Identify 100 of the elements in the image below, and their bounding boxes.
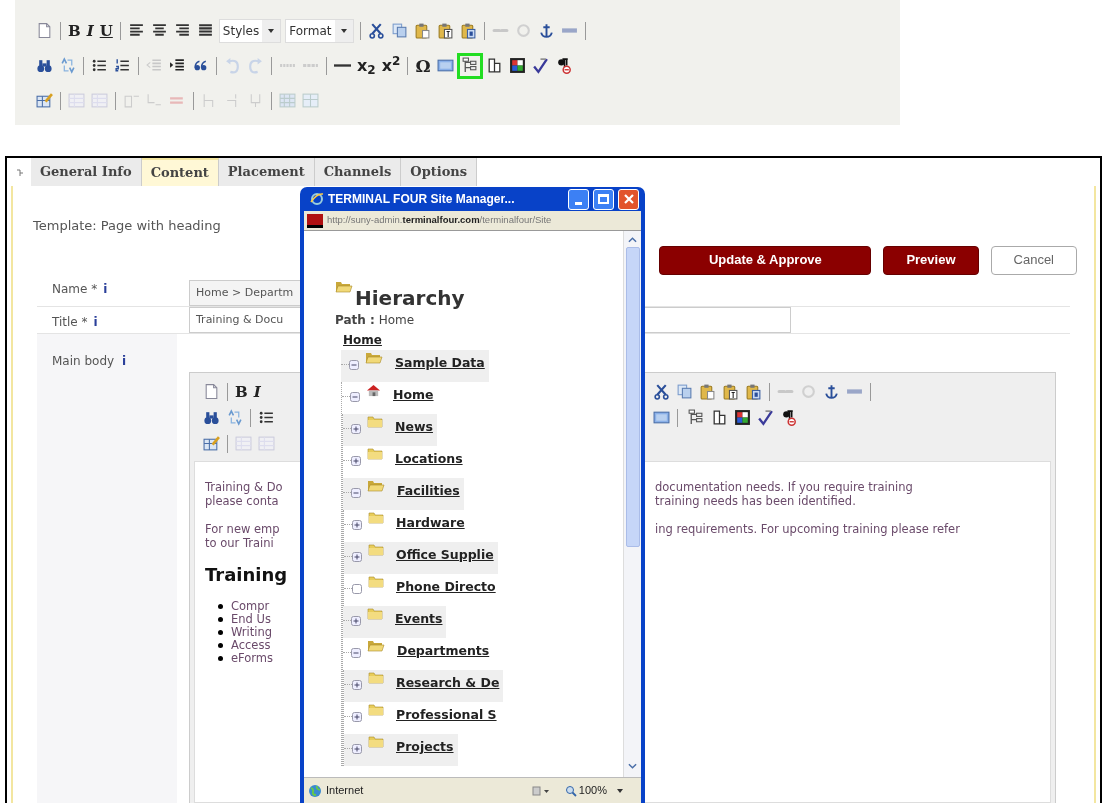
window-icon[interactable] [436, 57, 454, 74]
action-button[interactable]: Preview [883, 245, 979, 275]
address-bar[interactable]: http://suny-admin.terminalfour.com/terminalfour/Site [304, 211, 641, 230]
tab[interactable]: Channels [314, 158, 402, 186]
image-icon[interactable] [734, 409, 751, 426]
expand-icon[interactable] [351, 456, 361, 466]
italic-button[interactable]: I [250, 381, 264, 402]
expand-icon[interactable] [351, 424, 361, 434]
collapse-icon[interactable] [349, 360, 359, 370]
expand-icon[interactable] [352, 520, 362, 530]
tab[interactable]: Content [141, 158, 219, 186]
expand-icon[interactable] [352, 712, 362, 722]
body-text: please conta [205, 493, 279, 508]
collapse-icon[interactable] [351, 488, 361, 498]
expand-icon[interactable] [352, 680, 362, 690]
style-dropdown[interactable]: Styles [218, 18, 282, 43]
edit-table-icon[interactable] [203, 435, 220, 452]
open-folder-icon [335, 281, 353, 293]
caret-icon [268, 28, 275, 33]
tree-link[interactable]: Home [343, 331, 382, 349]
info-link[interactable]: i [103, 279, 108, 298]
table-cell-icon[interactable] [302, 92, 319, 109]
open-folder-icon [367, 640, 385, 652]
template-icon[interactable] [711, 409, 728, 426]
clipboard-icon[interactable] [413, 22, 431, 39]
expand-icon[interactable] [351, 616, 361, 626]
script-button[interactable]: x$^{2}$ [378, 55, 404, 76]
bullet-list-icon[interactable] [258, 409, 275, 426]
expand-icon[interactable] [352, 744, 362, 754]
scrollbar[interactable] [623, 231, 641, 777]
site-favicon-icon [307, 213, 323, 228]
body-text: to our Traini [205, 535, 274, 550]
clipboard-text-icon[interactable] [436, 22, 454, 39]
tab[interactable]: Options [401, 158, 478, 186]
path-text: Path : Home [335, 312, 415, 329]
table-cell-icon[interactable] [279, 92, 296, 109]
window-icon[interactable] [653, 409, 670, 426]
align-right-icon[interactable] [173, 22, 191, 39]
info-link[interactable]: i [93, 312, 98, 331]
tree-link[interactable]: Professional S [396, 706, 497, 725]
edit-table-icon[interactable] [36, 92, 53, 109]
scissors-icon[interactable] [367, 22, 385, 39]
close-button[interactable] [618, 188, 639, 210]
anchor-icon[interactable] [823, 383, 840, 400]
align-left-icon[interactable] [127, 22, 145, 39]
tab[interactable]: General Info [31, 158, 142, 186]
action-button[interactable]: Update & Approve [659, 245, 872, 275]
tree-link[interactable]: Home [393, 386, 434, 405]
scroll-down-icon[interactable] [628, 763, 637, 769]
collapse-icon[interactable] [351, 648, 361, 658]
pilcrow-icon[interactable] [780, 409, 797, 426]
underline-button[interactable]: U [96, 20, 116, 41]
scroll-up-icon[interactable] [628, 237, 637, 243]
tree-link[interactable]: Phone Directo [396, 578, 496, 597]
network-icon[interactable] [530, 784, 551, 797]
clipboard-text-icon[interactable] [722, 383, 739, 400]
special-character-button[interactable]: Ω [412, 55, 434, 76]
tree-link[interactable]: Departments [397, 642, 490, 661]
clipboard-document-icon[interactable] [459, 22, 477, 39]
tab[interactable]: Placement [218, 158, 315, 186]
folder-icon [367, 448, 383, 460]
info-link[interactable]: i [121, 353, 127, 368]
image-icon[interactable] [508, 57, 526, 74]
scissors-icon[interactable] [653, 383, 670, 400]
clipboard-icon[interactable] [699, 383, 716, 400]
replace-icon[interactable] [59, 57, 76, 74]
indent-icon[interactable] [169, 57, 186, 74]
tree-link[interactable]: Hardware [396, 514, 465, 533]
spellcheck-icon[interactable] [757, 409, 774, 426]
binoculars-icon[interactable] [36, 57, 53, 74]
bullet-list-icon[interactable] [91, 57, 108, 74]
collapse-icon[interactable] [15, 168, 25, 178]
replace-icon[interactable] [226, 409, 243, 426]
expand-icon[interactable] [352, 552, 362, 562]
binoculars-icon[interactable] [203, 409, 220, 426]
cancel-button[interactable]: Cancel [990, 245, 1077, 275]
new-page-icon[interactable] [36, 22, 53, 39]
italic-button[interactable]: I [83, 20, 97, 41]
spellcheck-icon[interactable] [531, 57, 549, 74]
list-item: eForms [231, 651, 274, 665]
clipboard-document-icon[interactable] [745, 383, 762, 400]
tree-link[interactable]: Locations [395, 450, 463, 469]
script-button[interactable]: x$_{2}$ [354, 55, 379, 76]
maximize-button[interactable] [593, 188, 614, 210]
copy-icon[interactable] [676, 383, 693, 400]
body-text: ing requirements. For upcoming training please refer [655, 521, 960, 536]
bold-button[interactable]: B [232, 381, 251, 402]
bold-button[interactable]: B [65, 20, 84, 41]
align-center-icon[interactable] [150, 22, 168, 39]
list-item: End Us [231, 612, 271, 626]
minimize-button[interactable] [568, 188, 589, 210]
tree-button[interactable] [456, 52, 483, 79]
copy-icon[interactable] [390, 22, 408, 39]
expander-icon[interactable] [352, 584, 362, 594]
zoom-button[interactable]: 100% [564, 782, 623, 799]
collapse-icon[interactable] [350, 392, 360, 402]
style-dropdown[interactable]: Format [285, 18, 354, 43]
numbered-list-icon[interactable] [114, 57, 131, 74]
align-justify-icon[interactable] [196, 22, 214, 39]
new-page-icon[interactable] [203, 383, 220, 400]
